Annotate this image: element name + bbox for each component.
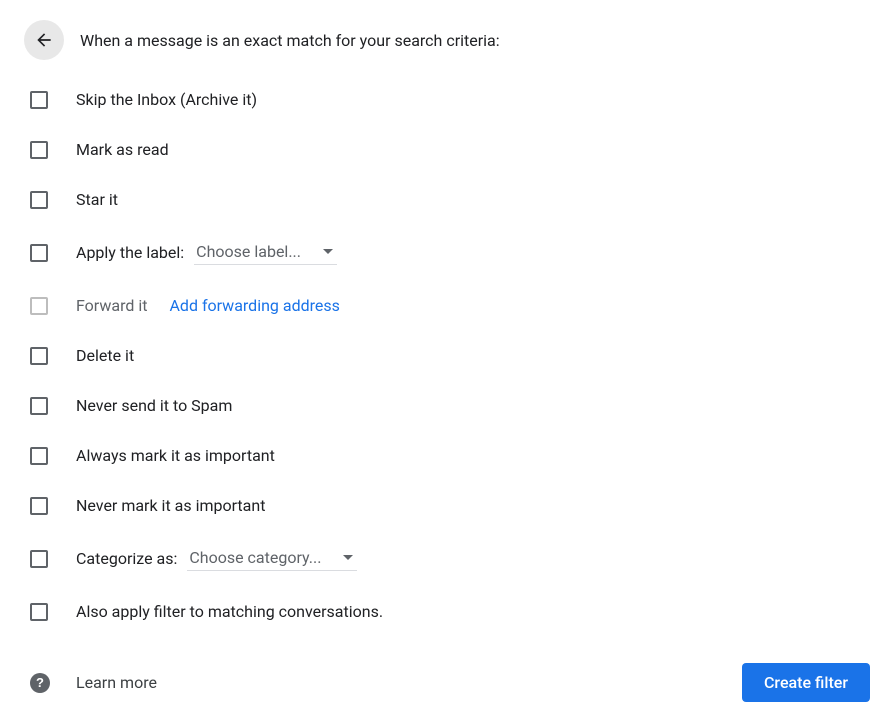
option-forward-it: Forward it Add forwarding address (30, 294, 870, 317)
label-star-it: Star it (76, 190, 118, 209)
checkbox-never-spam[interactable] (30, 397, 48, 415)
option-skip-inbox: Skip the Inbox (Archive it) (30, 88, 870, 111)
help-icon[interactable]: ? (30, 673, 50, 693)
label-delete-it: Delete it (76, 346, 134, 365)
arrow-left-icon (34, 30, 54, 50)
checkbox-forward-it (30, 297, 48, 315)
option-categorize-as: Categorize as: Choose category... (30, 544, 870, 573)
option-also-apply: Also apply filter to matching conversati… (30, 600, 870, 623)
page-title: When a message is an exact match for you… (80, 31, 500, 50)
checkbox-categorize-as[interactable] (30, 550, 48, 568)
caret-down-icon (343, 555, 353, 560)
link-learn-more[interactable]: Learn more (76, 673, 157, 692)
label-never-spam: Never send it to Spam (76, 396, 232, 415)
checkbox-star-it[interactable] (30, 191, 48, 209)
label-forward-it: Forward it (76, 296, 147, 315)
link-add-forwarding-address[interactable]: Add forwarding address (169, 296, 339, 315)
label-also-apply: Also apply filter to matching conversati… (76, 602, 383, 621)
checkbox-mark-read[interactable] (30, 141, 48, 159)
checkbox-always-important[interactable] (30, 447, 48, 465)
back-button[interactable] (24, 20, 64, 60)
option-delete-it: Delete it (30, 344, 870, 367)
checkbox-never-important[interactable] (30, 497, 48, 515)
dropdown-choose-label-text: Choose label... (196, 242, 301, 261)
checkbox-skip-inbox[interactable] (30, 91, 48, 109)
option-star-it: Star it (30, 188, 870, 211)
option-apply-label: Apply the label: Choose label... (30, 238, 870, 267)
create-filter-button[interactable]: Create filter (742, 663, 870, 702)
label-mark-read: Mark as read (76, 140, 169, 159)
caret-down-icon (323, 249, 333, 254)
label-skip-inbox: Skip the Inbox (Archive it) (76, 90, 257, 109)
option-never-spam: Never send it to Spam (30, 394, 870, 417)
footer: ? Learn more Create filter (30, 663, 870, 702)
header: When a message is an exact match for you… (24, 20, 870, 60)
option-never-important: Never mark it as important (30, 494, 870, 517)
label-never-important: Never mark it as important (76, 496, 265, 515)
checkbox-also-apply[interactable] (30, 603, 48, 621)
dropdown-choose-label[interactable]: Choose label... (194, 240, 337, 265)
dropdown-choose-category-text: Choose category... (189, 548, 321, 567)
label-apply-label: Apply the label: (76, 243, 184, 262)
checkbox-delete-it[interactable] (30, 347, 48, 365)
checkbox-apply-label[interactable] (30, 244, 48, 262)
option-always-important: Always mark it as important (30, 444, 870, 467)
label-categorize-as: Categorize as: (76, 549, 177, 568)
dropdown-choose-category[interactable]: Choose category... (187, 546, 357, 571)
option-mark-read: Mark as read (30, 138, 870, 161)
label-always-important: Always mark it as important (76, 446, 275, 465)
